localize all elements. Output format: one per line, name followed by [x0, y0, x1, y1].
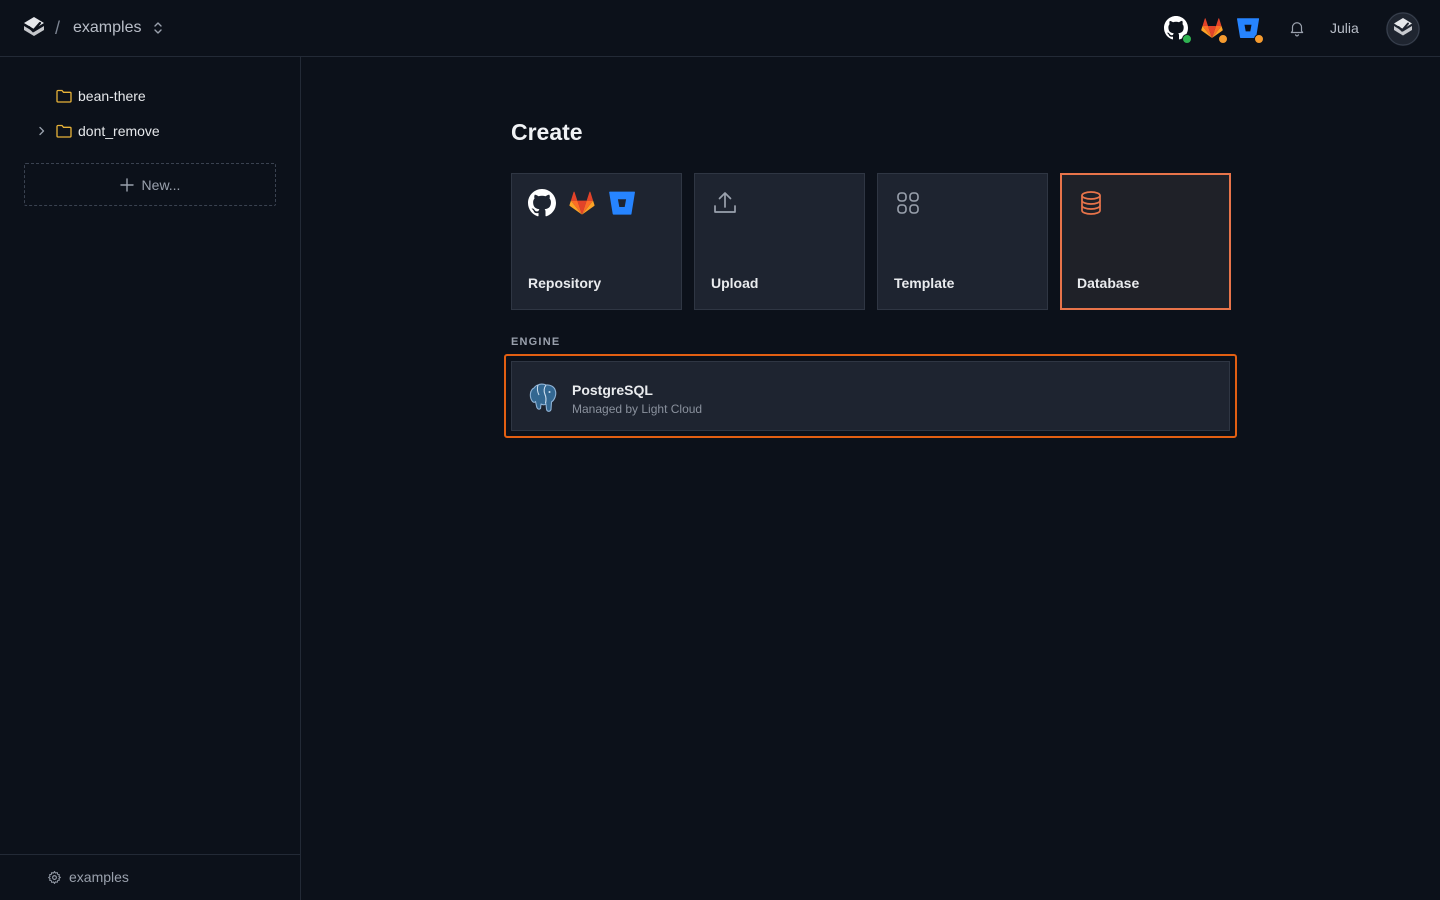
gitlab-connection-button[interactable]: [1200, 16, 1228, 44]
sidebar-item-dont-remove[interactable]: dont_remove: [36, 119, 160, 143]
user-avatar[interactable]: [1386, 12, 1420, 46]
git-providers-icons: [528, 189, 636, 217]
header-actions: Julia: [1140, 0, 1440, 57]
engine-subtitle: Managed by Light Cloud: [572, 402, 703, 416]
template-grid-icon: [897, 192, 919, 214]
chevron-up-down-icon[interactable]: [152, 20, 164, 36]
plus-icon: [119, 177, 134, 192]
notifications-bell-icon[interactable]: [1288, 19, 1306, 37]
app-logo-icon[interactable]: [22, 16, 46, 40]
gear-icon: [48, 870, 61, 884]
project-name[interactable]: examples: [73, 19, 141, 37]
sidebar: bean-there dont_remove New... examples: [0, 57, 301, 900]
folder-icon: [56, 124, 72, 138]
folder-icon: [56, 89, 72, 103]
new-item-button[interactable]: New...: [24, 163, 276, 206]
sidebar-footer: examples: [0, 854, 300, 900]
upload-icon: [714, 192, 736, 213]
engine-focus-ring: PostgreSQL Managed by Light Cloud: [504, 354, 1237, 438]
engine-option-postgresql[interactable]: PostgreSQL Managed by Light Cloud: [511, 361, 1230, 431]
gitlab-icon: [569, 191, 595, 215]
card-label: Upload: [711, 275, 759, 291]
bitbucket-connection-button[interactable]: [1236, 16, 1264, 44]
postgresql-elephant-icon: [529, 383, 557, 412]
engine-section-label: ENGINE: [511, 336, 561, 348]
database-icon: [1081, 191, 1101, 215]
card-label: Database: [1077, 275, 1140, 291]
bitbucket-status-dot: [1254, 34, 1264, 44]
page-title: Create: [511, 119, 583, 145]
sidebar-item-bean-there[interactable]: bean-there: [36, 84, 146, 108]
github-status-dot: [1182, 34, 1192, 44]
footer-label: examples: [69, 869, 129, 885]
new-item-label: New...: [141, 176, 181, 193]
github-connection-button[interactable]: [1164, 16, 1192, 44]
card-label: Repository: [528, 275, 602, 291]
create-repository-card[interactable]: Repository: [511, 173, 682, 310]
main-content: Create Repository Upload Template Databa…: [301, 57, 1440, 900]
avatar-logo-icon: [1386, 12, 1420, 46]
sidebar-item-label: bean-there: [78, 88, 146, 104]
card-label: Template: [894, 275, 955, 291]
create-upload-card[interactable]: Upload: [694, 173, 865, 310]
github-icon: [528, 189, 556, 217]
sidebar-item-label: dont_remove: [78, 123, 160, 139]
gitlab-status-dot: [1218, 34, 1228, 44]
top-bar: / examples Julia: [0, 0, 1440, 57]
chevron-right-icon[interactable]: [36, 125, 48, 137]
project-settings-link[interactable]: examples: [47, 869, 129, 885]
bitbucket-icon: [609, 191, 635, 215]
user-name[interactable]: Julia: [1330, 20, 1359, 36]
create-database-card[interactable]: Database: [1060, 173, 1231, 310]
engine-name: PostgreSQL: [572, 382, 653, 398]
create-template-card[interactable]: Template: [877, 173, 1048, 310]
breadcrumb-separator: /: [55, 18, 61, 38]
